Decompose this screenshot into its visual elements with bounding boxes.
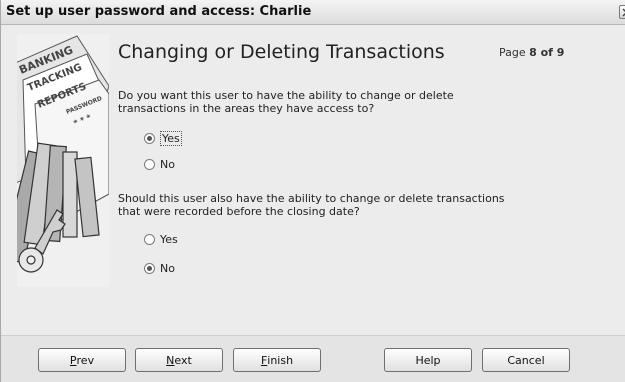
- radio-button[interactable]: [144, 159, 155, 170]
- dialog-window: Set up user password and access: Charlie…: [0, 0, 625, 382]
- prev-mnemonic: P: [69, 353, 77, 367]
- radio-button-selected[interactable]: [144, 133, 155, 144]
- finish-label: inish: [267, 353, 294, 367]
- q1-yes-label: Yes: [160, 131, 182, 146]
- q2-yes-label: Yes: [160, 233, 178, 246]
- q2-no-label: No: [160, 262, 175, 275]
- content-panel: BANKING TRACKING REPORTS PASSWORD * * *: [1, 25, 625, 335]
- security-illustration: BANKING TRACKING REPORTS PASSWORD * * *: [17, 34, 109, 287]
- page-heading: Changing or Deleting Transactions: [118, 41, 445, 63]
- q1-no-label: No: [160, 158, 175, 171]
- next-mnemonic: N: [166, 353, 175, 367]
- q2-yes-option[interactable]: Yes: [144, 232, 178, 247]
- page-number: 8 of 9: [529, 46, 565, 59]
- page-indicator: Page 8 of 9: [499, 46, 564, 59]
- next-button[interactable]: Next: [135, 348, 223, 372]
- question-before-closing-date: Should this user also have the ability t…: [118, 192, 505, 218]
- close-icon[interactable]: [619, 5, 625, 19]
- window-title: Set up user password and access: Charlie: [6, 4, 312, 19]
- next-label: ext: [174, 353, 192, 367]
- title-bar: Set up user password and access: Charlie: [1, 0, 625, 25]
- page-prefix: Page: [499, 46, 526, 59]
- finish-button[interactable]: Finish: [233, 348, 321, 372]
- question-change-transactions: Do you want this user to have the abilit…: [118, 89, 454, 115]
- q1-yes-option[interactable]: Yes: [144, 131, 182, 146]
- radio-button-selected[interactable]: [144, 263, 155, 274]
- prev-button[interactable]: Prev: [38, 348, 126, 372]
- radio-button[interactable]: [144, 234, 155, 245]
- cancel-button[interactable]: Cancel: [482, 348, 570, 372]
- button-bar: Prev Next Finish Help Cancel: [1, 335, 625, 382]
- help-button[interactable]: Help: [384, 348, 472, 372]
- q2-no-option[interactable]: No: [144, 261, 175, 276]
- q1-no-option[interactable]: No: [144, 157, 175, 172]
- prev-label: rev: [76, 353, 95, 367]
